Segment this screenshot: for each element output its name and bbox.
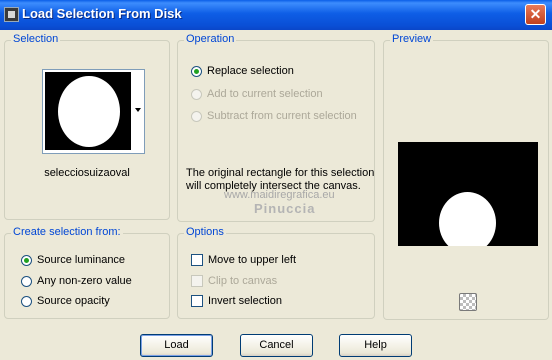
preview-group-label: Preview [390,33,434,45]
oval-preview-shape [439,192,496,246]
radio-subtract-selection [191,110,202,122]
options-group: Options Move to upper left Clip to canva… [177,226,375,319]
checkbox-invert-selection[interactable] [191,295,203,307]
create-selection-group-label: Create selection from: [11,226,123,238]
selection-picker[interactable] [42,69,145,154]
options-group-label: Options [184,226,226,238]
checkbox-clip-to-canvas [191,275,203,287]
move-upper-left-label: Move to upper left [208,254,297,266]
chevron-down-icon[interactable] [135,108,141,112]
checkbox-move-upper-left[interactable] [191,254,203,266]
close-button[interactable]: ✕ [525,4,546,25]
operation-replace-option[interactable]: Replace selection [191,63,294,79]
operation-add-option: Add to current selection [191,86,323,102]
close-icon: ✕ [529,6,542,22]
clip-to-canvas-option: Clip to canvas [191,273,277,289]
radio-non-zero-value[interactable] [21,275,32,287]
watermark-text: Pinuccia [254,201,316,216]
non-zero-value-label: Any non-zero value [37,275,132,287]
selection-name: selecciosuizaoval [44,167,130,179]
oval-shape [58,76,120,147]
dialog-body: Selection selecciosuizaoval Operation Re… [0,30,552,360]
psp-selection-icon [4,7,19,22]
radio-replace-selection[interactable] [191,65,202,77]
load-button[interactable]: Load [140,334,213,357]
invert-selection-label: Invert selection [208,295,282,307]
operation-subtract-option: Subtract from current selection [191,108,357,124]
radio-source-luminance[interactable] [21,254,32,266]
create-selection-group: Create selection from: Source luminance … [4,226,170,319]
invert-selection-option[interactable]: Invert selection [191,293,282,309]
operation-group-label: Operation [184,33,237,45]
checkerboard-icon[interactable] [459,293,477,311]
selection-group-label: Selection [11,33,61,45]
source-opacity-option[interactable]: Source opacity [21,293,110,309]
radio-add-selection [191,88,202,100]
replace-selection-label: Replace selection [207,65,294,77]
watermark-url: www.maidiregrafica.eu [224,189,335,201]
source-luminance-option[interactable]: Source luminance [21,252,125,268]
radio-source-opacity[interactable] [21,295,32,307]
window-title: Load Selection From Disk [22,6,182,21]
source-luminance-label: Source luminance [37,254,126,266]
title-bar[interactable]: Load Selection From Disk ✕ [0,0,552,30]
help-button[interactable]: Help [339,334,412,357]
move-upper-left-option[interactable]: Move to upper left [191,252,296,268]
oval-selection-thumbnail [45,72,131,150]
selection-preview [398,142,538,246]
non-zero-value-option[interactable]: Any non-zero value [21,273,132,289]
add-selection-label: Add to current selection [207,88,323,100]
cancel-button[interactable]: Cancel [240,334,313,357]
source-opacity-label: Source opacity [37,295,110,307]
selection-group: Selection selecciosuizaoval [4,33,170,220]
preview-group: Preview [383,33,549,320]
subtract-selection-label: Subtract from current selection [207,110,357,122]
clip-to-canvas-label: Clip to canvas [208,275,278,287]
